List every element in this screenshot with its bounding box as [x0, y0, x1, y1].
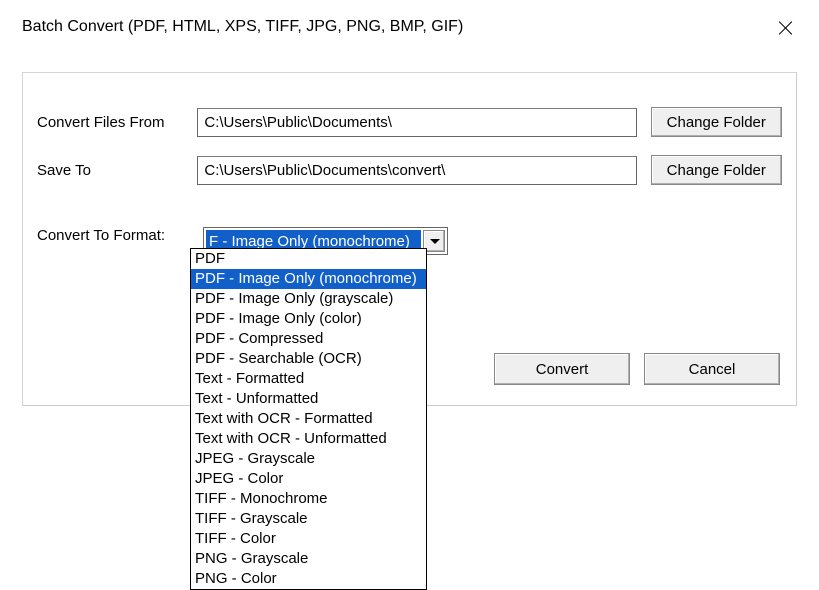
- format-option[interactable]: TIFF - Monochrome: [191, 489, 426, 509]
- save-to-input[interactable]: [197, 156, 636, 185]
- change-folder-from-button[interactable]: Change Folder: [651, 107, 782, 137]
- label-convert-from: Convert Files From: [37, 114, 197, 131]
- format-option[interactable]: TIFF - Grayscale: [191, 509, 426, 529]
- format-option[interactable]: PDF - Image Only (grayscale): [191, 289, 426, 309]
- format-option[interactable]: PNG - Grayscale: [191, 549, 426, 569]
- format-option[interactable]: PDF - Compressed: [191, 329, 426, 349]
- format-option[interactable]: PDF - Image Only (monochrome): [191, 269, 426, 289]
- format-option[interactable]: Text - Formatted: [191, 369, 426, 389]
- format-option[interactable]: PDF - Searchable (OCR): [191, 349, 426, 369]
- format-option[interactable]: PDF: [191, 249, 426, 269]
- cancel-button[interactable]: Cancel: [644, 353, 780, 385]
- label-save-to: Save To: [37, 162, 197, 179]
- format-option[interactable]: JPEG - Grayscale: [191, 449, 426, 469]
- format-option[interactable]: PNG - Color: [191, 569, 426, 589]
- format-option[interactable]: PDF - Image Only (color): [191, 309, 426, 329]
- format-option[interactable]: TIFF - Color: [191, 529, 426, 549]
- change-folder-to-button[interactable]: Change Folder: [651, 155, 782, 185]
- close-icon[interactable]: [777, 20, 793, 36]
- format-option[interactable]: Text with OCR - Formatted: [191, 409, 426, 429]
- label-format: Convert To Format:: [37, 227, 203, 244]
- format-option[interactable]: Text - Unformatted: [191, 389, 426, 409]
- convert-button[interactable]: Convert: [494, 353, 630, 385]
- format-option[interactable]: Text with OCR - Unformatted: [191, 429, 426, 449]
- format-option[interactable]: JPEG - Color: [191, 469, 426, 489]
- format-dropdown[interactable]: PDFPDF - Image Only (monochrome)PDF - Im…: [190, 248, 427, 590]
- convert-from-input[interactable]: [197, 108, 636, 137]
- window-title: Batch Convert (PDF, HTML, XPS, TIFF, JPG…: [22, 18, 463, 36]
